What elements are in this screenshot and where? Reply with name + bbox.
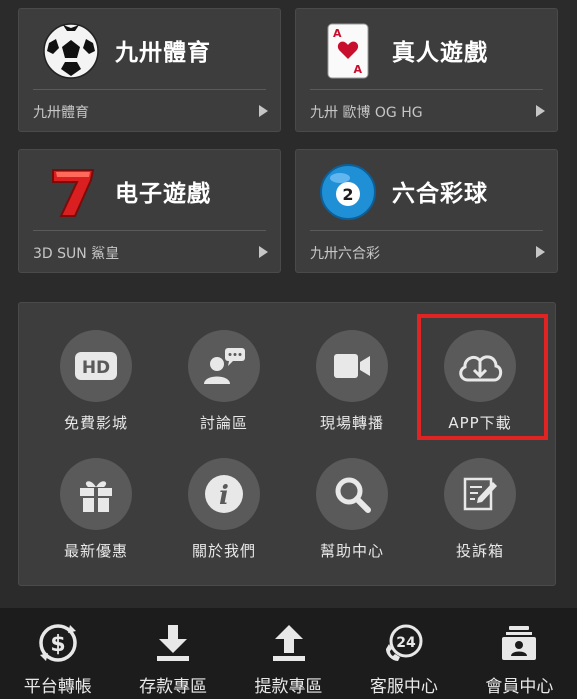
info-icon: i (188, 458, 260, 530)
card-live-casino[interactable]: A A 真人遊戲 九卅 歐博 OG HG (295, 8, 558, 132)
bottom-tab-bar: $ 平台轉帳 存款專區 提款專區 24 客服中心 會員中心 (0, 608, 577, 699)
member-card-glyph (502, 626, 537, 660)
upload-arrow-icon (266, 620, 312, 666)
service-label: 免費影城 (63, 414, 128, 432)
service-label: 最新優惠 (63, 542, 128, 560)
play-arrow-icon (536, 246, 545, 258)
magnifier-icon (316, 458, 388, 530)
tab-customer-service[interactable]: 24 客服中心 (346, 608, 461, 699)
tab-deposit[interactable]: 存款專區 (115, 608, 230, 699)
24-hour-text: 24 (396, 635, 416, 651)
playing-card-icon: A A (327, 23, 369, 79)
dollar-transfer-glyph: $ (38, 624, 77, 662)
lottery-ball-icon: 2 (320, 164, 376, 220)
video-camera-icon (316, 330, 388, 402)
dollar-transfer-icon: $ (35, 620, 81, 666)
card-title: 电子遊戲 (115, 181, 211, 207)
tab-platform-transfer[interactable]: $ 平台轉帳 (0, 608, 115, 699)
card-divider (33, 230, 266, 231)
chat-user-glyph (204, 348, 245, 384)
service-live-broadcast[interactable]: 現場轉播 (292, 330, 412, 440)
dollar-sign: $ (50, 632, 65, 657)
magnifier-glyph (335, 477, 371, 513)
card-mark-six[interactable]: 2 六合彩球 九卅六合彩 (295, 149, 558, 273)
card-subtitle: 九卅 歐博 OG HG (310, 105, 423, 121)
card-divider (33, 89, 266, 90)
card-title: 真人遊戲 (392, 40, 488, 66)
card-sports[interactable]: 九卅體育 九卅體育 (18, 8, 281, 132)
member-card-icon (496, 620, 542, 666)
card-subtitle: 九卅體育 (33, 105, 89, 121)
tab-member-center[interactable]: 會員中心 (462, 608, 577, 699)
video-camera-glyph (334, 354, 370, 378)
service-label: 關於我們 (191, 542, 256, 560)
play-arrow-icon (259, 105, 268, 117)
play-arrow-icon (259, 246, 268, 258)
tab-label: 提款專區 (254, 677, 323, 697)
service-complaint-box[interactable]: 投訴箱 (420, 458, 540, 568)
service-forum[interactable]: 討論區 (164, 330, 284, 440)
card-subtitle: 九卅六合彩 (310, 246, 380, 262)
info-glyph: i (205, 475, 243, 513)
24h-service-glyph: 24 (385, 624, 423, 661)
chat-user-icon (188, 330, 260, 402)
service-help-center[interactable]: 幫助中心 (292, 458, 412, 568)
info-text: i (219, 481, 229, 511)
card-subtitle: 3D SUN 鯊皇 (33, 246, 120, 262)
tab-label: 平台轉帳 (23, 677, 92, 697)
edit-note-icon (444, 458, 516, 530)
play-arrow-icon (536, 105, 545, 117)
tab-label: 會員中心 (485, 677, 554, 697)
ball-number: 2 (342, 185, 353, 204)
highlight-box (417, 314, 548, 440)
edit-note-glyph (463, 477, 497, 511)
card-title: 六合彩球 (392, 181, 488, 207)
card-rank-top: A (333, 27, 342, 40)
card-divider (310, 230, 543, 231)
hd-icon-glyph: HD (75, 352, 117, 380)
24h-service-icon: 24 (381, 620, 427, 666)
gift-icon (60, 458, 132, 530)
service-about-us[interactable]: i 關於我們 (164, 458, 284, 568)
tab-withdraw[interactable]: 提款專區 (231, 608, 346, 699)
upload-arrow-glyph (272, 625, 305, 661)
service-label: 現場轉播 (319, 414, 384, 432)
download-arrow-icon (150, 620, 196, 666)
service-label: 投訴箱 (455, 542, 504, 560)
gift-glyph (80, 481, 112, 512)
hd-text: HD (82, 358, 110, 378)
card-divider (310, 89, 543, 90)
service-free-cinema[interactable]: HD 免費影城 (36, 330, 156, 440)
service-label: 幫助中心 (319, 542, 384, 560)
card-rank-bottom: A (353, 63, 362, 76)
card-electronic-games[interactable]: 电子遊戲 3D SUN 鯊皇 (18, 149, 281, 273)
tab-label: 存款專區 (139, 677, 208, 697)
hd-icon: HD (60, 330, 132, 402)
download-arrow-glyph (157, 625, 190, 661)
soccer-ball-icon (43, 23, 99, 79)
service-label: 討論區 (199, 414, 248, 432)
lucky-seven-icon (52, 169, 95, 217)
service-promotions[interactable]: 最新優惠 (36, 458, 156, 568)
tab-label: 客服中心 (369, 677, 438, 697)
card-title: 九卅體育 (115, 40, 211, 66)
